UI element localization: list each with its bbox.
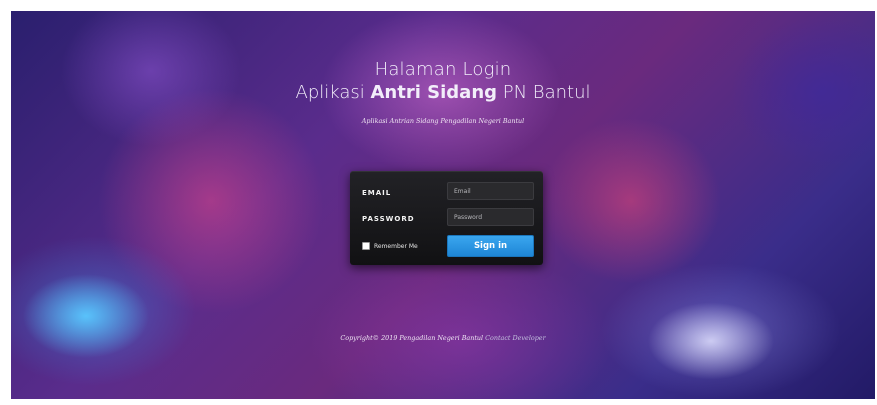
password-label: PASSWORD [362,215,415,223]
app-title-bold: Antri Sidang [370,82,498,103]
page-title-text: Halaman Login [374,59,512,80]
login-background: Halaman Login Aplikasi Antri Sidang PN B… [11,11,875,399]
footer: Copyright© 2019 Pengadilan Negeri Bantul… [11,334,875,342]
app-title-suffix: PN Bantul [502,82,591,103]
app-title-prefix: Aplikasi [295,82,365,103]
contact-developer-link[interactable]: Contact Developer [485,334,546,342]
remember-me[interactable]: Remember Me [362,240,418,252]
email-field[interactable] [447,182,534,200]
copyright-text: Copyright© 2019 Pengadilan Negeri Bantul [340,334,484,342]
sign-in-button[interactable]: Sign in [447,235,534,257]
page-title: Halaman Login [11,59,875,80]
login-form: EMAIL PASSWORD Remember Me Sign in [350,171,543,265]
password-field[interactable] [447,208,534,226]
remember-me-checkbox[interactable] [362,242,370,250]
remember-me-label: Remember Me [374,242,418,250]
email-label: EMAIL [362,189,392,197]
app-title: Aplikasi Antri Sidang PN Bantul [11,82,875,103]
tagline: Aplikasi Antrian Sidang Pengadilan Neger… [361,117,525,125]
